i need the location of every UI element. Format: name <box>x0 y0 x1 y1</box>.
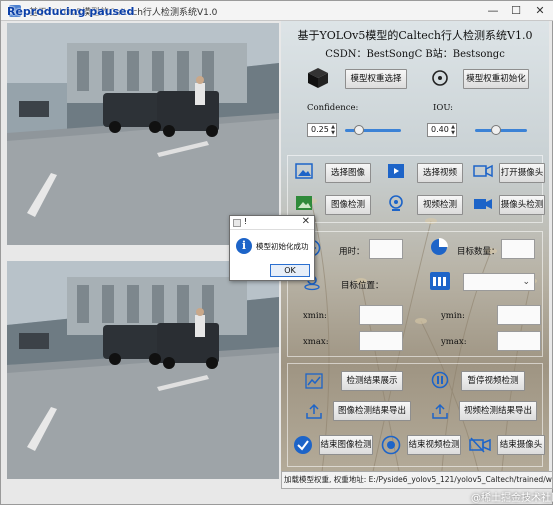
video-detect-button[interactable]: 视频检测 <box>417 195 463 215</box>
target-count-field <box>501 239 535 259</box>
iou-value: 0.40 <box>431 125 449 134</box>
stop-icon <box>381 435 401 455</box>
pie-chart-icon <box>431 238 448 255</box>
confidence-value: 0.25 <box>311 125 329 134</box>
xmin-field <box>359 305 403 325</box>
pause-video-button[interactable]: 暂停视频检测 <box>461 371 525 391</box>
image-detect-button[interactable]: 图像检测 <box>325 195 371 215</box>
maximize-button[interactable]: ☐ <box>507 3 525 19</box>
iou-slider-handle[interactable] <box>491 125 501 135</box>
check-circle-icon <box>294 436 312 454</box>
iou-label: IOU: <box>433 103 454 113</box>
export-video-result-button[interactable]: 视频检测结果导出 <box>459 401 537 421</box>
xmin-label: xmin: <box>303 311 327 321</box>
time-field <box>369 239 403 259</box>
minimize-button[interactable]: — <box>484 3 502 19</box>
cube-icon <box>308 68 328 88</box>
dialog-title-bar: ! ✕ <box>230 216 314 230</box>
xmax-label: xmax: <box>303 337 329 347</box>
dialog-close-icon[interactable]: ✕ <box>302 216 310 227</box>
street-scene-result <box>7 261 279 479</box>
dialog-app-icon <box>233 219 241 227</box>
confidence-spinbox[interactable]: 0.25 ▲ ▼ <box>307 123 337 137</box>
video-detect-icon <box>389 195 403 211</box>
iou-spinbox[interactable]: 0.40 ▲ ▼ <box>427 123 457 137</box>
info-dialog: ! ✕ i 模型初始化成功 OK <box>229 215 315 281</box>
end-image-detect-button[interactable]: 结束图像检测 <box>319 435 373 455</box>
info-icon: i <box>236 238 252 254</box>
dialog-message: 模型初始化成功 <box>256 242 309 251</box>
title-bar: 基于YOLOv5模型的Caltech行人检测系统V1.0 Reproducing… <box>1 1 553 21</box>
spin-arrows-icon[interactable]: ▲ ▼ <box>331 124 335 136</box>
camera-detect-button[interactable]: 摄像头检测 <box>499 195 545 215</box>
end-video-detect-button[interactable]: 结束视频检测 <box>407 435 461 455</box>
target-count-label: 目标数量： <box>457 247 500 257</box>
watermark: @稀土掘金技术社区 <box>471 493 553 504</box>
app-header-title: 基于YOLOv5模型的Caltech行人检测系统V1.0 <box>297 29 533 42</box>
upload-icon <box>306 403 322 419</box>
target-position-label: 目标位置： <box>341 281 384 291</box>
pause-icon <box>431 371 449 389</box>
ymin-label: ymin: <box>441 311 465 321</box>
camera-off-icon <box>469 437 491 453</box>
end-camera-button[interactable]: 结束摄像头 <box>497 435 545 455</box>
confidence-label: Confidence: <box>307 103 359 113</box>
ymin-field <box>497 305 541 325</box>
close-button[interactable]: ✕ <box>531 3 549 19</box>
detection-result-view <box>7 261 279 479</box>
ok-button[interactable]: OK <box>270 264 310 277</box>
select-image-button[interactable]: 选择图像 <box>325 163 371 183</box>
line-chart-icon <box>305 373 323 389</box>
confidence-slider[interactable] <box>345 125 401 135</box>
image-icon <box>295 163 313 179</box>
model-weight-init-button[interactable]: 模型权重初始化 <box>463 69 529 89</box>
open-camera-button[interactable]: 打开摄像头 <box>499 163 545 183</box>
dialog-title: ! <box>244 217 248 226</box>
app-header-subtitle: CSDN：BestSongC B站：Bestsongc <box>325 49 505 60</box>
app-window: 基于YOLOv5模型的Caltech行人检测系统V1.0 Reproducing… <box>0 0 553 505</box>
image-detect-icon <box>296 196 312 210</box>
control-panel: 基于YOLOv5模型的Caltech行人检测系统V1.0 CSDN：BestSo… <box>281 21 549 481</box>
init-icon <box>432 70 448 86</box>
camera-icon <box>473 164 493 178</box>
time-label: 用时： <box>339 247 365 257</box>
target-select-combobox[interactable]: ⌄ <box>463 273 535 291</box>
all-targets-icon <box>430 272 450 290</box>
upload-icon <box>432 403 448 419</box>
export-image-result-button[interactable]: 图像检测结果导出 <box>333 401 411 421</box>
camera-detect-icon <box>474 199 492 209</box>
video-icon <box>388 164 404 178</box>
show-result-button[interactable]: 检测结果展示 <box>341 371 403 391</box>
confidence-slider-handle[interactable] <box>354 125 364 135</box>
xmax-field <box>359 331 403 351</box>
ymax-field <box>497 331 541 351</box>
recording-status-label: Reproducing paused <box>7 5 135 18</box>
model-weight-select-button[interactable]: 模型权重选择 <box>345 69 407 89</box>
original-image-view <box>7 23 279 245</box>
chevron-down-icon: ⌄ <box>522 277 530 287</box>
status-bar: 加载模型权重, 权重地址: E:/Pyside6_yolov5_121/yolo… <box>281 471 553 489</box>
spin-arrows-icon[interactable]: ▲ ▼ <box>451 124 455 136</box>
street-scene-original <box>7 23 279 245</box>
ymax-label: ymax: <box>441 337 467 347</box>
select-video-button[interactable]: 选择视频 <box>417 163 463 183</box>
iou-slider[interactable] <box>475 125 527 135</box>
